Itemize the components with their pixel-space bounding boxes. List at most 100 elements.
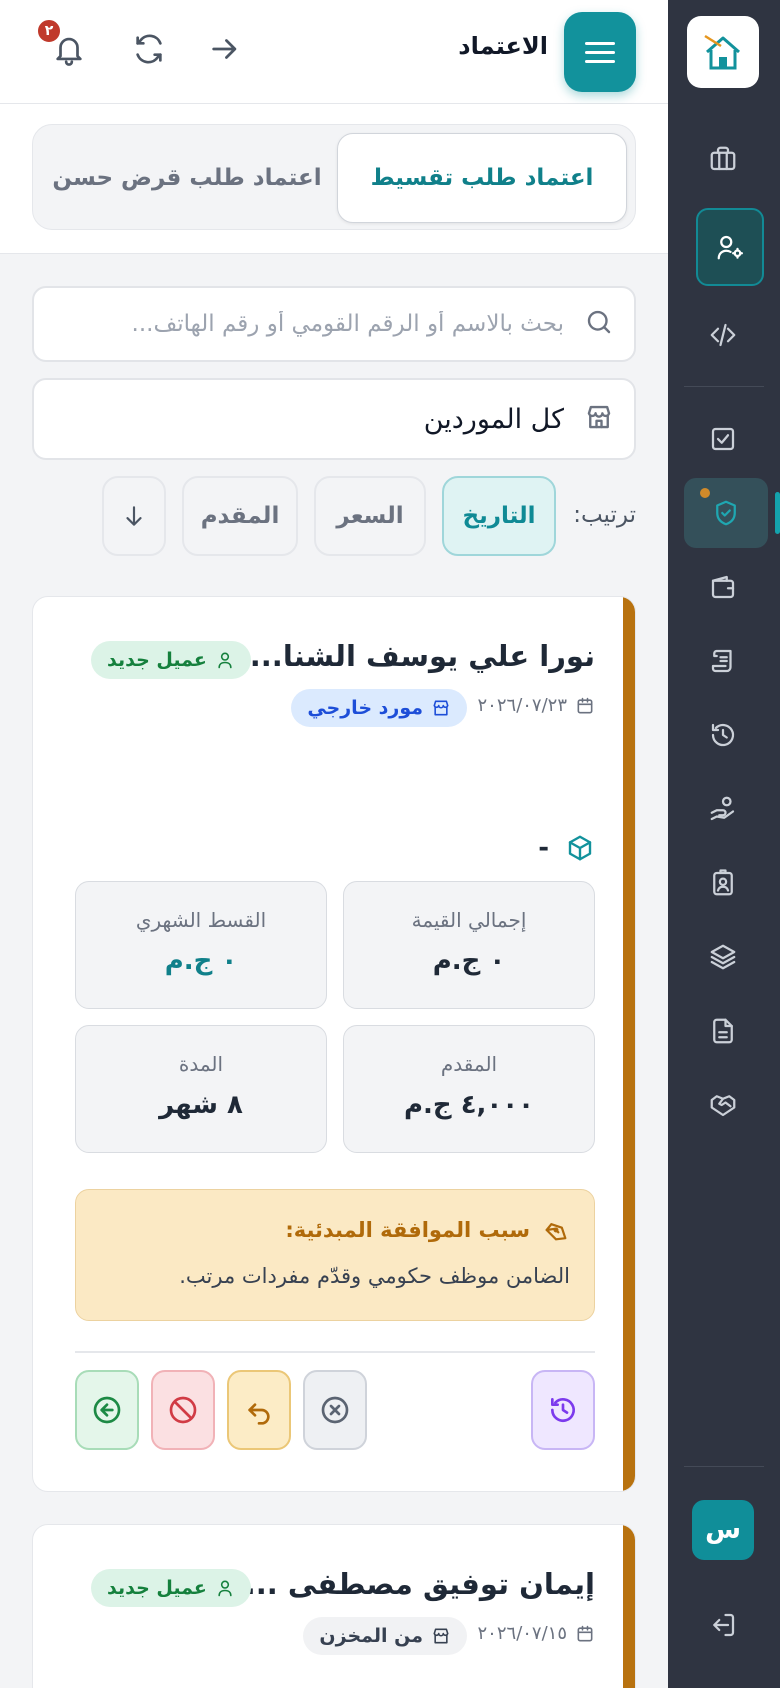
active-indicator bbox=[775, 492, 780, 534]
stat-label: إجمالي القيمة bbox=[411, 908, 527, 932]
x-circle-icon bbox=[321, 1396, 349, 1424]
sidebar-divider bbox=[684, 386, 764, 387]
approve-button[interactable] bbox=[75, 1370, 139, 1450]
sidebar-item-wallet[interactable] bbox=[692, 556, 754, 618]
search-box bbox=[32, 286, 636, 362]
sidebar-item-employees[interactable] bbox=[692, 852, 754, 914]
sort-direction-button[interactable] bbox=[102, 476, 166, 556]
sidebar-item-developer[interactable] bbox=[692, 304, 754, 366]
sort-by-downpayment-button[interactable]: المقدم bbox=[182, 476, 298, 556]
store-icon bbox=[433, 700, 449, 716]
sort-by-date-button[interactable]: التاريخ bbox=[442, 476, 556, 556]
menu-button[interactable] bbox=[564, 12, 636, 92]
supplier-badge: من المخزن bbox=[303, 1617, 467, 1655]
sidebar-item-payments[interactable] bbox=[692, 778, 754, 840]
app-logo[interactable] bbox=[687, 16, 759, 88]
card-accent-bar bbox=[623, 1525, 635, 1688]
stat-label: المقدم bbox=[440, 1052, 498, 1076]
reason-title: سبب الموافقة المبدئية: bbox=[285, 1218, 530, 1242]
arrow-down-icon bbox=[126, 506, 142, 526]
date-label: ٢٠٢٦/٠٧/١٥ bbox=[477, 1623, 567, 1644]
sidebar-item-contracts[interactable] bbox=[692, 630, 754, 692]
history-icon bbox=[551, 1398, 575, 1422]
request-date: ٢٠٢٦/٠٧/٢٣ bbox=[478, 695, 595, 716]
box-icon bbox=[568, 835, 592, 861]
product-row: - bbox=[538, 833, 595, 863]
stat-total-value: إجمالي القيمة ٠ ج.م bbox=[343, 881, 595, 1009]
approval-tabs: اعتماد طلب تقسيط اعتماد طلب قرض حسن bbox=[32, 124, 636, 230]
supplier-filter-select[interactable]: كل الموردين bbox=[32, 378, 636, 460]
request-date: ٢٠٢٦/٠٧/١٥ bbox=[478, 1623, 595, 1644]
store-icon bbox=[433, 1628, 449, 1644]
reason-header: سبب الموافقة المبدئية: bbox=[285, 1216, 570, 1244]
search-input[interactable] bbox=[64, 311, 564, 337]
logout-button[interactable] bbox=[692, 1594, 754, 1656]
ban-icon bbox=[169, 1396, 197, 1424]
user-icon bbox=[218, 652, 232, 669]
stat-label: المدة bbox=[178, 1052, 224, 1076]
supplier-filter-value: كل الموردين bbox=[423, 403, 564, 435]
client-name: نورا علي يوسف الشنا... bbox=[249, 639, 595, 673]
user-icon bbox=[218, 1580, 232, 1597]
sidebar-item-approval[interactable] bbox=[684, 478, 768, 548]
client-badge-label: عميل جديد bbox=[107, 1577, 207, 1599]
reject-button[interactable] bbox=[151, 1370, 215, 1450]
sidebar-item-history[interactable] bbox=[692, 704, 754, 766]
sidebar: س bbox=[668, 0, 780, 1688]
search-icon bbox=[580, 307, 614, 341]
id-badge-icon bbox=[713, 869, 733, 896]
code-icon bbox=[710, 323, 736, 347]
sidebar-divider bbox=[684, 1466, 764, 1467]
stat-down-payment: المقدم ٤,٠٠٠ ج.م bbox=[343, 1025, 595, 1153]
sidebar-item-partners[interactable] bbox=[692, 1074, 754, 1136]
supplier-badge-label: مورد خارجي bbox=[307, 697, 423, 719]
return-button[interactable] bbox=[227, 1370, 291, 1450]
date-label: ٢٠٢٦/٠٧/٢٣ bbox=[477, 695, 567, 716]
stat-value: ٨ شهر bbox=[159, 1090, 243, 1120]
history-button[interactable] bbox=[531, 1370, 595, 1450]
notification-count-badge: ٢ bbox=[36, 18, 62, 44]
sidebar-item-users[interactable] bbox=[696, 208, 764, 286]
sidebar-item-tasks[interactable] bbox=[692, 408, 754, 470]
stat-duration: المدة ٨ شهر bbox=[75, 1025, 327, 1153]
cancel-button[interactable] bbox=[303, 1370, 367, 1450]
briefcase-icon bbox=[710, 146, 736, 171]
new-client-badge: عميل جديد bbox=[91, 1569, 251, 1607]
sidebar-item-categories[interactable] bbox=[692, 926, 754, 988]
sidebar-item-reports[interactable] bbox=[692, 1000, 754, 1062]
tabs-section: اعتماد طلب تقسيط اعتماد طلب قرض حسن bbox=[0, 104, 668, 254]
stat-value: ٠ ج.م bbox=[164, 946, 238, 976]
refresh-button[interactable] bbox=[130, 32, 166, 68]
calendar-icon bbox=[577, 697, 593, 713]
tab-loan-approval[interactable]: اعتماد طلب قرض حسن bbox=[39, 133, 335, 223]
client-name: إيمان توفيق مصطفى ... bbox=[244, 1567, 595, 1601]
card-divider bbox=[75, 1351, 595, 1353]
hand-coins-icon bbox=[710, 796, 735, 821]
approval-card[interactable]: إيمان توفيق مصطفى ... عميل جديد ٢٠٢٦/٠٧/… bbox=[32, 1524, 636, 1688]
card-accent-bar bbox=[623, 597, 635, 1491]
approval-card[interactable]: نورا علي يوسف الشنا... عميل جديد ٢٠٢٦/٠٧… bbox=[32, 596, 636, 1492]
calendar-icon bbox=[577, 1625, 593, 1641]
stat-value: ٤,٠٠٠ ج.م bbox=[403, 1090, 535, 1120]
stat-value: ٠ ج.م bbox=[432, 946, 506, 976]
sort-by-price-button[interactable]: السعر bbox=[314, 476, 426, 556]
forward-button[interactable] bbox=[206, 32, 242, 68]
document-icon bbox=[713, 1018, 733, 1044]
user-gear-icon bbox=[717, 235, 743, 260]
store-icon bbox=[580, 402, 614, 436]
arrow-right-icon bbox=[212, 39, 237, 59]
logout-icon bbox=[713, 1613, 735, 1637]
top-bar: الاعتماد ٢ bbox=[0, 0, 668, 104]
new-client-badge: عميل جديد bbox=[91, 641, 251, 679]
page-title: الاعتماد bbox=[458, 32, 548, 60]
shield-check-icon bbox=[716, 500, 736, 526]
supplier-badge-label: من المخزن bbox=[319, 1625, 423, 1647]
user-avatar[interactable]: س bbox=[692, 1500, 754, 1560]
stat-label: القسط الشهري bbox=[135, 908, 267, 932]
refresh-icon bbox=[136, 34, 162, 64]
notifications-button[interactable]: ٢ bbox=[36, 18, 86, 68]
tab-installment-approval[interactable]: اعتماد طلب تقسيط bbox=[337, 133, 627, 223]
history-icon bbox=[711, 723, 735, 747]
sidebar-item-products[interactable] bbox=[692, 128, 754, 190]
layers-icon bbox=[710, 944, 736, 970]
